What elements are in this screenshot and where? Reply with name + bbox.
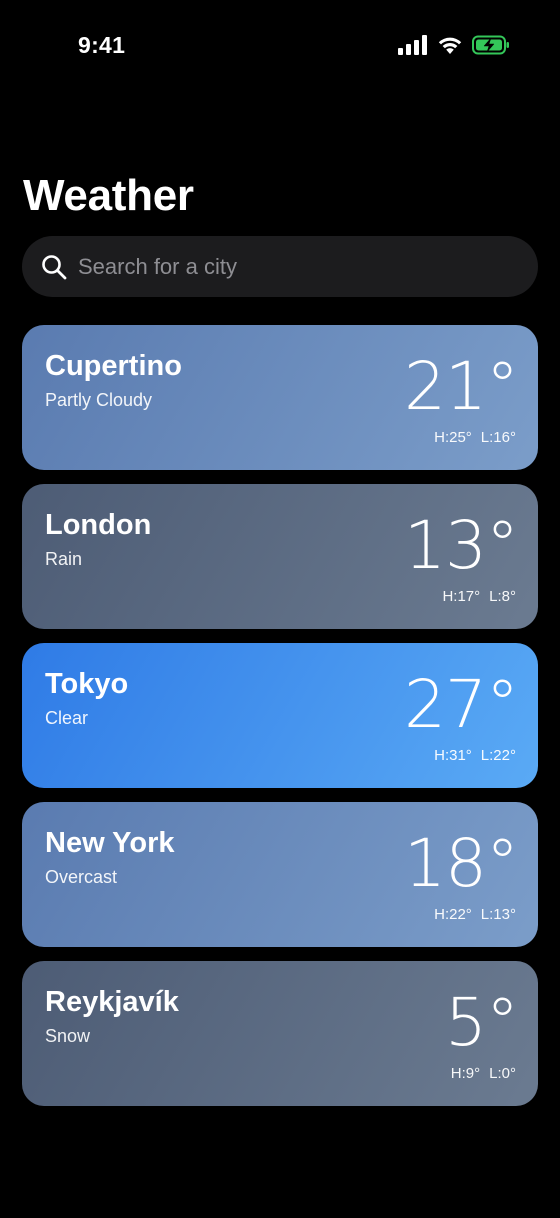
city-condition: Overcast [45,867,118,887]
city-temperature: 18° [404,825,519,902]
city-card-new-york[interactable]: New York Overcast 18° H:22° L:13° [22,802,538,947]
city-card-london[interactable]: London Rain 13° H:17° L:8° [22,484,538,629]
city-high-low: H:31° L:22° [434,746,516,766]
city-low: L:13° [480,906,516,923]
city-high: H:31° [434,747,472,764]
city-name: New York [45,827,175,859]
cellular-signal-icon [398,35,428,55]
page-title: Weather [23,171,194,220]
city-condition: Snow [45,1026,91,1046]
city-low: L:0° [489,1065,516,1082]
city-card-reykjavik[interactable]: Reykjavík Snow 5° H:9° L:0° [22,961,538,1106]
city-low: L:16° [480,429,516,446]
city-high-low: H:25° L:16° [434,428,516,448]
city-temperature: 13° [404,507,519,584]
city-name: Cupertino [45,350,182,382]
city-name: Reykjavík [45,986,179,1018]
city-temperature: 5° [445,984,519,1061]
status-time: 9:41 [78,32,126,58]
city-condition: Clear [45,708,89,728]
city-condition: Partly Cloudy [45,390,153,410]
city-name: London [45,509,152,541]
city-low: L:22° [480,747,516,764]
city-temperature: 27° [404,666,519,743]
city-high: H:22° [434,906,472,923]
city-list: Cupertino Partly Cloudy 21° H:25° L:16° … [22,325,538,1120]
search-icon [40,253,68,281]
wifi-icon [437,35,463,55]
status-icons [398,33,510,57]
city-high: H:25° [434,429,472,446]
city-card-cupertino[interactable]: Cupertino Partly Cloudy 21° H:25° L:16° [22,325,538,470]
city-temperature: 21° [404,348,519,425]
city-high-low: H:9° L:0° [451,1064,516,1084]
city-condition: Rain [45,549,83,569]
battery-charging-icon [472,35,510,55]
city-low: L:8° [489,588,516,605]
search-bar[interactable] [22,236,538,297]
status-bar: 9:41 [0,0,560,92]
city-card-tokyo[interactable]: Tokyo Clear 27° H:31° L:22° [22,643,538,788]
city-high-low: H:17° L:8° [442,587,516,607]
city-high: H:17° [442,588,481,605]
city-high-low: H:22° L:13° [434,905,516,925]
search-input[interactable] [78,246,538,287]
city-name: Tokyo [45,668,129,700]
city-high: H:9° [450,1065,481,1082]
